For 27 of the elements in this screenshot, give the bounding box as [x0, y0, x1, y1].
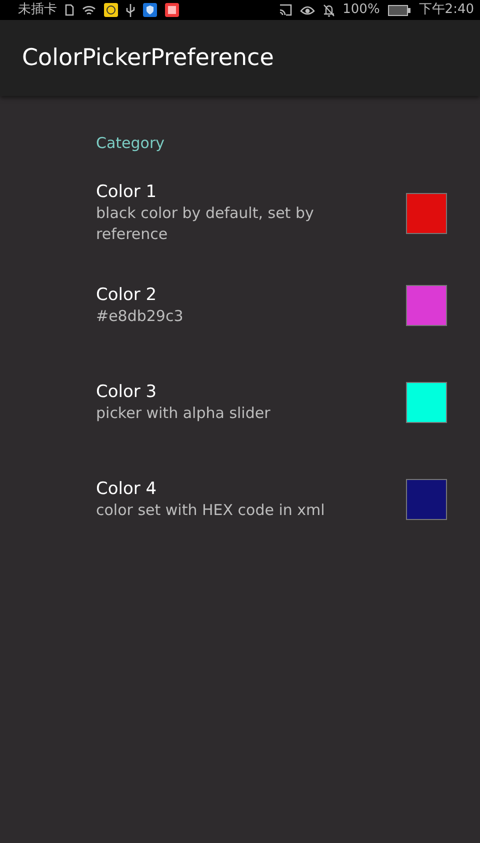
sim-icon: [65, 4, 74, 16]
preference-title: Color 4: [96, 478, 158, 500]
shield-icon: [143, 3, 157, 17]
battery-text: 100%: [342, 1, 380, 20]
preference-title: Color 3: [96, 380, 158, 402]
preference-title: Color 1: [96, 181, 158, 203]
wifi-icon: [82, 4, 96, 16]
preference-title: Color 2: [96, 284, 158, 306]
battery-icon: [388, 4, 411, 16]
app-title: ColorPickerPreference: [22, 44, 274, 73]
app-icon: [165, 3, 179, 17]
app-icon: [104, 3, 118, 17]
preference-summary: black color by default, set by reference: [96, 203, 315, 245]
category-header: Category: [96, 133, 166, 154]
muted-bell-icon: [322, 4, 335, 16]
eye-icon: [300, 4, 315, 16]
cast-icon: [278, 4, 292, 16]
preference-summary: color set with HEX code in xml: [96, 500, 326, 520]
carrier-text: 未插卡: [18, 1, 57, 20]
preference-summary: #e8db29c3: [96, 306, 184, 326]
preference-item[interactable]: Color 2 #e8db29c3: [0, 268, 480, 342]
clock-text: 下午2:40: [418, 1, 474, 20]
usb-icon: [126, 4, 135, 16]
preference-summary: picker with alpha slider: [96, 402, 272, 424]
preference-item[interactable]: Color 1 black color by default, set by reference: [0, 170, 480, 256]
preference-item[interactable]: Color 4 color set with HEX code in xml: [0, 462, 480, 536]
preference-item[interactable]: Color 3 picker with alpha slider: [0, 364, 480, 440]
